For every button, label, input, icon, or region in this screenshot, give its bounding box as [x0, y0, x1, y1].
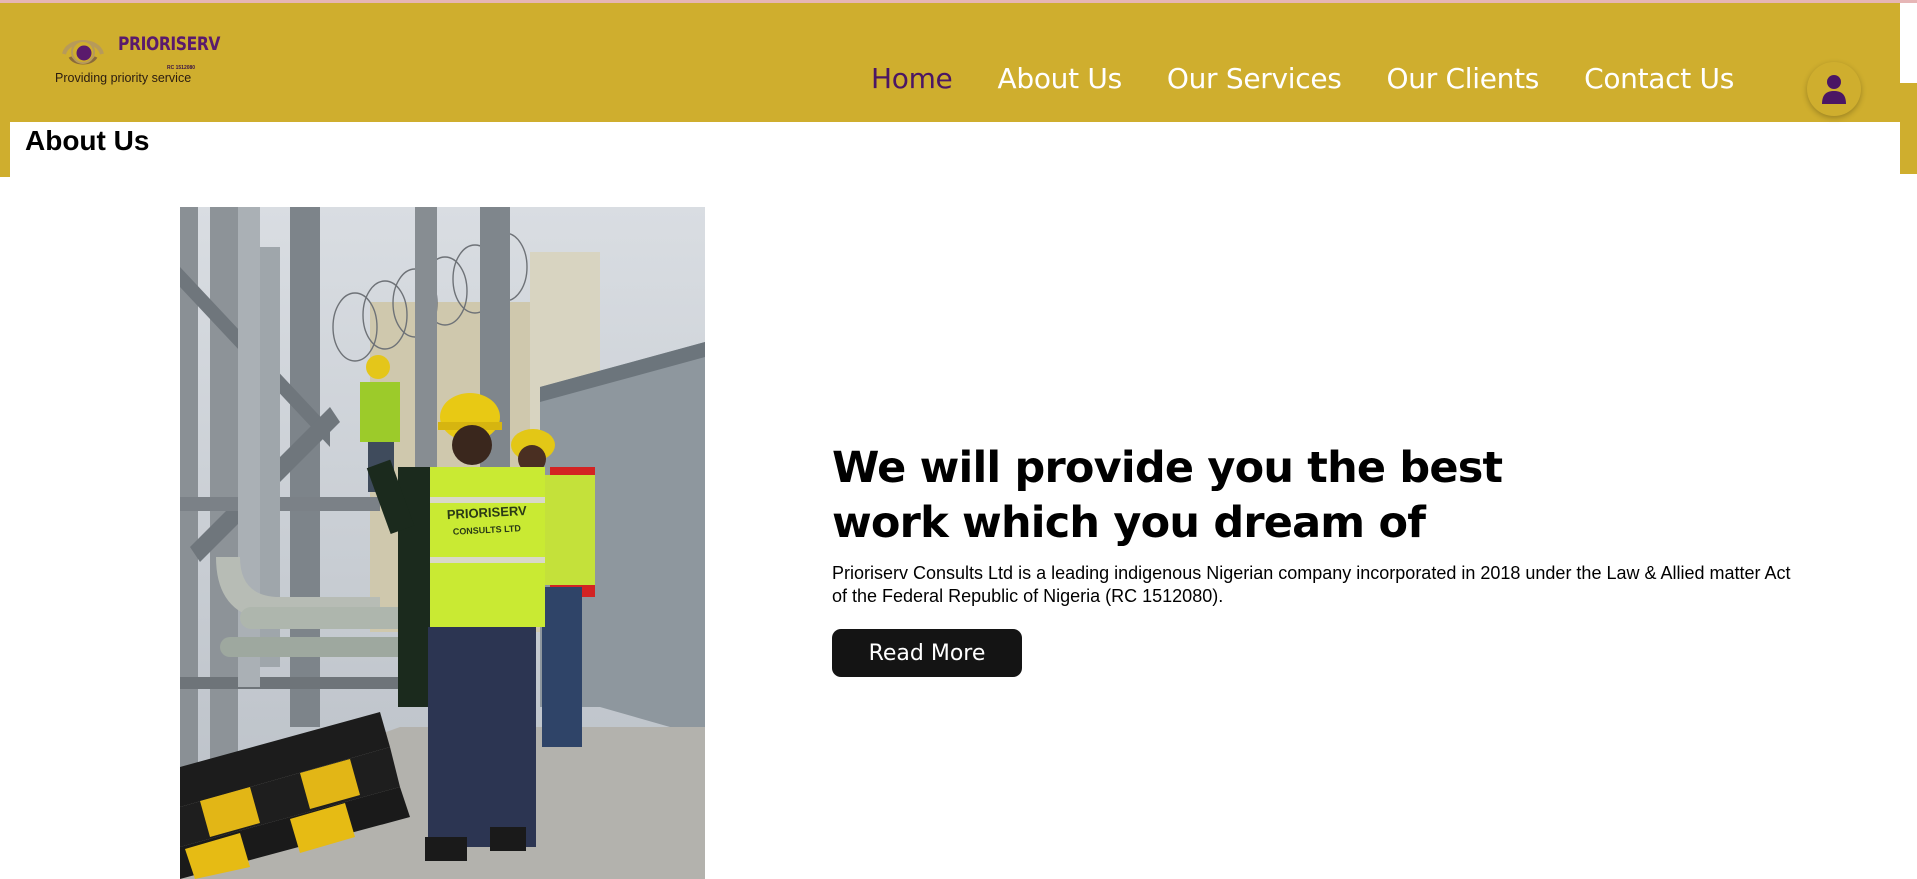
- nav-our-services[interactable]: Our Services: [1167, 62, 1342, 102]
- main-nav: Home About Us Our Services Our Clients C…: [871, 62, 1734, 102]
- nav-about-us[interactable]: About Us: [998, 62, 1123, 102]
- header-edge-left: [0, 122, 10, 177]
- hero-description: Prioriserv Consults Ltd is a leading ind…: [832, 563, 1791, 606]
- user-account-button[interactable]: [1807, 62, 1861, 116]
- nav-contact-us[interactable]: Contact Us: [1584, 62, 1734, 102]
- hero-photo: PRIORISERV CONSULTS LTD: [180, 207, 705, 879]
- header-edge-right: [1900, 83, 1917, 174]
- hero-headline: We will provide you the best work which …: [832, 443, 1503, 548]
- user-icon: [1822, 75, 1846, 104]
- logo-wordmark: PRIORISERV: [118, 33, 221, 55]
- read-more-button[interactable]: Read More: [832, 629, 1022, 677]
- nav-our-clients[interactable]: Our Clients: [1387, 62, 1540, 102]
- nav-home[interactable]: Home: [871, 62, 953, 102]
- logo-tagline: Providing priority service: [55, 71, 192, 85]
- brand-logo[interactable]: PRIORISERV RC 1512080 Providing priority…: [55, 30, 225, 90]
- logo-eye-icon: [62, 40, 104, 65]
- page-title: About Us: [25, 125, 150, 156]
